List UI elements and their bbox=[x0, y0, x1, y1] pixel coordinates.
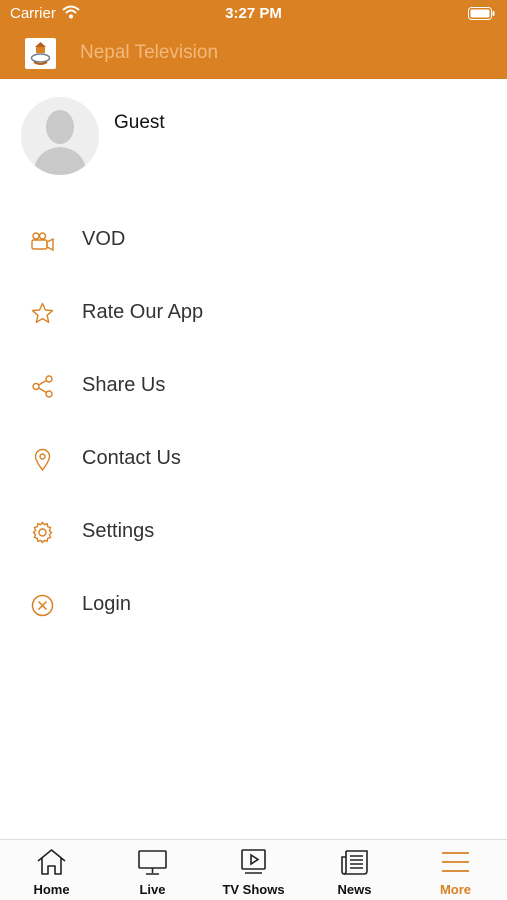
menu-item-rate-our-app[interactable]: Rate Our App bbox=[0, 277, 507, 350]
tab-label: More bbox=[439, 882, 472, 897]
star-icon bbox=[30, 301, 55, 326]
tab-label: TV Shows bbox=[222, 882, 285, 897]
location-pin-icon bbox=[30, 447, 55, 472]
tab-label: News bbox=[337, 882, 372, 897]
menu-item-settings[interactable]: Settings bbox=[0, 496, 507, 569]
tab-live[interactable]: Live bbox=[102, 840, 203, 900]
menu-label: Settings bbox=[82, 520, 155, 542]
profile-section[interactable]: Guest bbox=[0, 79, 507, 189]
app-header: Nepal Television bbox=[0, 28, 507, 79]
home-icon bbox=[35, 848, 68, 876]
menu-label: Share Us bbox=[82, 374, 166, 396]
menu-label: VOD bbox=[82, 228, 126, 250]
menu-label: Login bbox=[82, 593, 131, 615]
gear-icon bbox=[30, 520, 55, 545]
tv-icon bbox=[136, 848, 169, 876]
battery-icon bbox=[468, 7, 495, 24]
menu-item-vod[interactable]: VOD bbox=[0, 204, 507, 277]
hamburger-icon bbox=[439, 848, 472, 876]
tab-bar: Home Live TV Shows News More bbox=[0, 839, 507, 900]
tab-home[interactable]: Home bbox=[1, 840, 102, 900]
tab-news[interactable]: News bbox=[304, 840, 405, 900]
tab-label: Home bbox=[33, 882, 70, 897]
share-icon bbox=[30, 374, 55, 399]
tab-tv-shows[interactable]: TV Shows bbox=[203, 840, 304, 900]
menu-item-contact-us[interactable]: Contact Us bbox=[0, 423, 507, 496]
avatar[interactable] bbox=[21, 97, 99, 175]
menu-item-login[interactable]: Login bbox=[0, 569, 507, 642]
status-time: 3:27 PM bbox=[225, 5, 282, 22]
profile-name: Guest bbox=[114, 112, 165, 133]
tab-more[interactable]: More bbox=[405, 840, 506, 900]
app-title: Nepal Television bbox=[80, 42, 219, 63]
status-bar: Carrier 3:27 PM bbox=[0, 0, 507, 28]
menu-label: Contact Us bbox=[82, 447, 181, 469]
play-screen-icon bbox=[237, 848, 270, 876]
menu-item-share-us[interactable]: Share Us bbox=[0, 350, 507, 423]
newspaper-icon bbox=[338, 848, 371, 876]
circle-x-icon bbox=[30, 593, 55, 618]
ntv-logo bbox=[25, 38, 56, 69]
menu-label: Rate Our App bbox=[82, 301, 204, 323]
tab-label: Live bbox=[139, 882, 166, 897]
video-camera-icon bbox=[30, 228, 55, 253]
